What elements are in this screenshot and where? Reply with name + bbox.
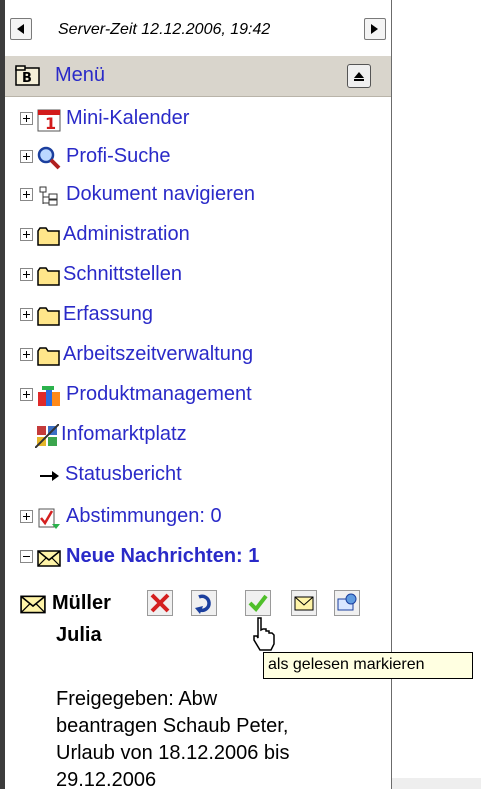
tree-item-label: Administration [63, 223, 190, 245]
triangle-right-icon [371, 24, 378, 34]
message-body: Freigegeben: Abw beantragen Schaub Peter… [56, 686, 386, 794]
message-body-line: 29.12.2006 [56, 769, 157, 791]
envelope-icon [20, 595, 46, 614]
expand-icon[interactable] [20, 348, 33, 361]
collapse-icon[interactable] [20, 550, 33, 563]
tree-item-arbeitszeitverwaltung[interactable]: Arbeitszeitverwaltung [20, 339, 390, 375]
left-edge-rail [0, 0, 5, 789]
collapse-menu-button[interactable] [347, 64, 371, 88]
forward-icon[interactable] [334, 590, 360, 616]
folder-icon [37, 267, 60, 286]
expand-icon[interactable] [20, 150, 33, 163]
tree-item-label: Arbeitszeitverwaltung [63, 343, 254, 365]
hand-cursor-icon [253, 617, 275, 651]
sender-last-name: Müller [52, 592, 111, 614]
tree-item-label: Produktmanagement [66, 383, 252, 405]
tree-item-label: Profi-Suche [66, 145, 171, 167]
server-time-text: Server-Zeit 12.12.2006, 19:42 [58, 21, 271, 38]
menu-title: Menü [55, 64, 106, 86]
server-time-bar: Server-Zeit 12.12.2006, 19:42 [10, 16, 386, 44]
tree-item-erfassung[interactable]: Erfassung [20, 299, 390, 335]
vote-icon [38, 508, 60, 529]
tree-item-label: Mini-Kalender [66, 107, 190, 129]
arrow-right-icon [40, 471, 59, 481]
sender-first-name: Julia [56, 624, 102, 646]
delete-icon[interactable] [147, 590, 173, 616]
next-button[interactable] [364, 18, 386, 40]
expand-icon[interactable] [20, 268, 33, 281]
folder-icon [37, 307, 60, 326]
tree-item-schnittstellen[interactable]: Schnittstellen [20, 259, 390, 295]
tree-item-dokument-navigieren[interactable]: Dokument navigieren [20, 179, 390, 215]
tree-item-infomarktplatz[interactable]: Infomarktplatz [20, 419, 390, 455]
folder-icon [37, 347, 60, 366]
message-body-line: beantragen Schaub Peter, [56, 715, 289, 737]
menu-header[interactable]: B Menü [5, 56, 391, 97]
tree-item-label: Schnittstellen [63, 263, 182, 285]
tree-item-statusbericht[interactable]: Statusbericht [20, 459, 390, 495]
collapse-icon [354, 72, 364, 81]
expand-icon[interactable] [20, 510, 33, 523]
tree-item-neue-nachrichten[interactable]: Neue Nachrichten: 1 [20, 541, 390, 577]
tree-item-label: Erfassung [63, 303, 154, 325]
marketplace-icon [35, 424, 59, 448]
menu-icon: B [15, 65, 40, 86]
expand-icon[interactable] [20, 388, 33, 401]
svg-text:B: B [22, 71, 32, 86]
expand-icon[interactable] [20, 308, 33, 321]
tree-item-label: Abstimmungen: 0 [66, 505, 222, 527]
bottom-strip [392, 778, 481, 789]
tree-item-label: Neue Nachrichten: 1 [66, 545, 260, 567]
envelope-icon[interactable] [291, 590, 317, 616]
reply-icon[interactable] [191, 590, 217, 616]
expand-icon[interactable] [20, 188, 33, 201]
envelope-icon [37, 550, 61, 567]
folder-icon [37, 227, 60, 246]
tree-item-administration[interactable]: Administration [20, 219, 390, 255]
tree-item-label: Infomarktplatz [61, 423, 187, 445]
svg-text:1: 1 [45, 114, 56, 132]
tree-item-abstimmungen[interactable]: Abstimmungen: 0 [20, 501, 390, 537]
tree-structure-icon [39, 186, 58, 206]
expand-icon[interactable] [20, 112, 33, 125]
tree-item-label: Dokument navigieren [66, 183, 255, 205]
message-body-line: Urlaub von 18.12.2006 bis [56, 742, 290, 764]
expand-icon[interactable] [20, 228, 33, 241]
product-icon [38, 386, 60, 406]
tree-item-label: Statusbericht [65, 463, 182, 485]
tree-item-mini-kalender[interactable]: 1 Mini-Kalender [20, 103, 390, 139]
tree-item-profi-suche[interactable]: Profi-Suche [20, 141, 390, 177]
tooltip: als gelesen markieren [263, 652, 473, 679]
calendar-icon: 1 [37, 109, 61, 132]
magnifier-icon [37, 146, 61, 170]
message-body-line: Freigegeben: Abw [56, 688, 218, 710]
mark-read-icon[interactable] [245, 590, 271, 616]
previous-button[interactable] [10, 18, 32, 40]
triangle-left-icon [17, 24, 24, 34]
tree-item-produktmanagement[interactable]: Produktmanagement [20, 379, 390, 415]
